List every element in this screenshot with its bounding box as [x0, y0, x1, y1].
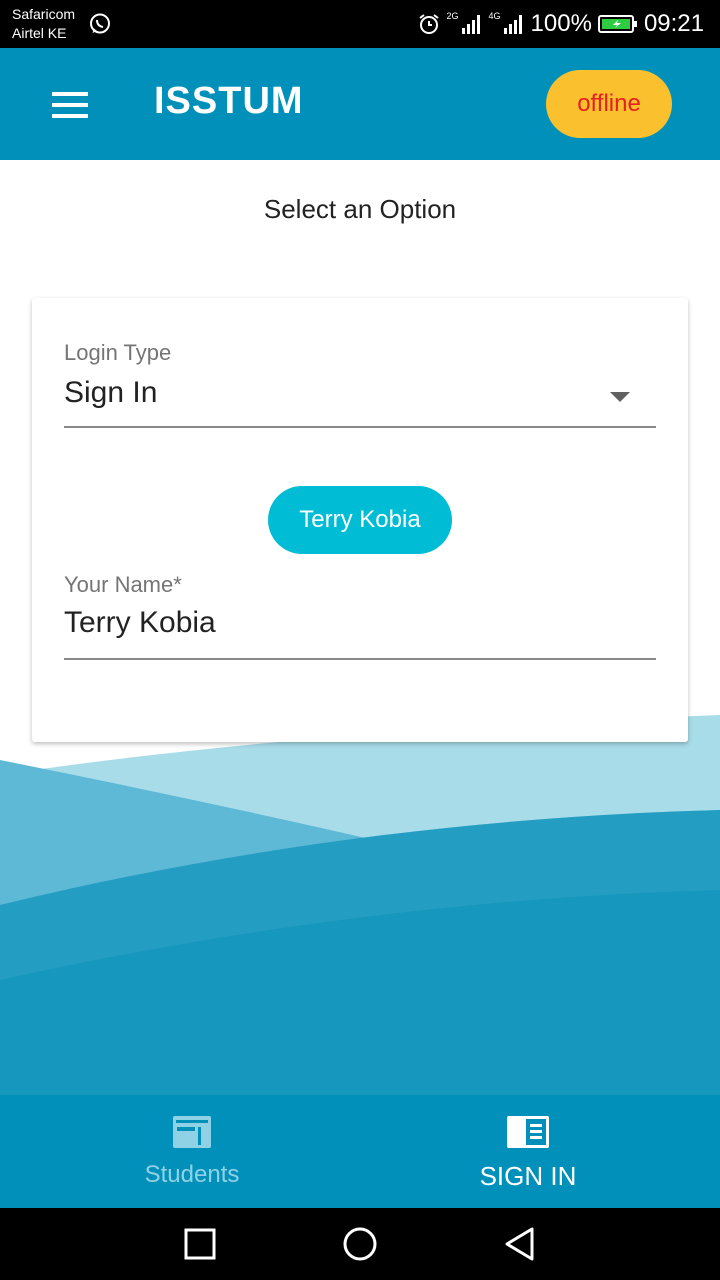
app-title: ISSTUM	[154, 80, 304, 122]
carrier-1: Safaricom	[12, 6, 76, 22]
user-name-chip[interactable]: Terry Kobia	[268, 486, 452, 554]
your-name-underline	[64, 658, 656, 660]
alarm-icon	[418, 14, 439, 34]
your-name-field[interactable]: Terry Kobia	[64, 606, 216, 640]
carrier-names: Safaricom Airtel KE	[12, 5, 75, 43]
app-bar: ISSTUM offline	[0, 48, 720, 160]
system-navigation-bar	[0, 1208, 720, 1280]
students-icon	[173, 1116, 211, 1148]
login-card: Login Type Sign In Terry Kobia Your Name…	[32, 298, 688, 742]
login-type-value: Sign In	[64, 376, 158, 409]
login-type-label: Login Type	[64, 340, 172, 365]
recent-apps-icon[interactable]	[182, 1226, 218, 1262]
page-heading: Select an Option	[263, 194, 457, 224]
battery-charging-icon	[597, 15, 637, 33]
login-type-select[interactable]: Sign In	[32, 368, 688, 430]
status-badge: offline	[546, 70, 672, 138]
your-name-label: Your Name*	[64, 572, 182, 597]
chevron-down-icon	[610, 392, 630, 402]
status-bar: Safaricom Airtel KE 2G 4G 100% 09:21	[0, 0, 720, 48]
signal-icon	[503, 15, 522, 34]
sign-in-icon	[507, 1116, 549, 1148]
nav-students[interactable]: Students	[12, 1095, 372, 1208]
menu-icon[interactable]	[52, 92, 88, 118]
network-type-2: 4G	[488, 11, 501, 21]
nav-sign-in[interactable]: SIGN IN	[348, 1095, 708, 1208]
status-icons: 2G 4G 100% 09:21	[417, 8, 704, 40]
network-type-1: 2G	[446, 11, 459, 21]
main-content: Select an Option Login Type Sign In Terr…	[0, 160, 720, 1095]
clock: 09:21	[643, 10, 704, 37]
nav-sign-in-label: SIGN IN	[479, 1161, 577, 1191]
nav-students-label: Students	[144, 1161, 240, 1188]
whatsapp-icon	[90, 13, 110, 34]
battery-percent: 100%	[530, 10, 592, 37]
login-type-underline	[64, 426, 656, 428]
signal-icon	[461, 15, 480, 34]
home-icon[interactable]	[342, 1226, 378, 1262]
carrier-2: Airtel KE	[12, 25, 67, 41]
back-icon[interactable]	[502, 1226, 538, 1262]
bottom-nav: Students SIGN IN	[0, 1095, 720, 1208]
